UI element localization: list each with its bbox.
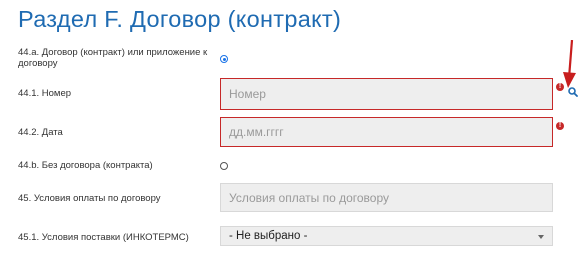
red-arrow-annotation xyxy=(563,40,576,88)
payment-terms-input[interactable] xyxy=(220,183,553,212)
no-contract-label: 44.b. Без договора (контракта) xyxy=(18,160,153,171)
payment-terms-label: 45. Условия оплаты по договору xyxy=(18,193,161,204)
chevron-down-icon xyxy=(538,235,544,239)
number-label: 44.1. Номер xyxy=(18,88,72,99)
section-title: Раздел F. Договор (контракт) xyxy=(18,6,342,32)
date-input[interactable] xyxy=(220,117,553,147)
delivery-terms-selected-value: - Не выбрано - xyxy=(229,230,308,242)
contract-or-attachment-label: 44.а. Договор (контракт) или приложение … xyxy=(18,47,208,69)
delivery-terms-label: 45.1. Условия поставки (ИНКОТЕРМС) xyxy=(18,232,189,243)
number-input[interactable] xyxy=(220,78,553,110)
error-icon: ! xyxy=(556,122,564,130)
no-contract-radio[interactable] xyxy=(220,162,228,170)
date-label: 44.2. Дата xyxy=(18,127,63,138)
delivery-terms-select[interactable]: - Не выбрано - xyxy=(220,226,553,246)
contract-or-attachment-radio[interactable] xyxy=(220,55,228,63)
